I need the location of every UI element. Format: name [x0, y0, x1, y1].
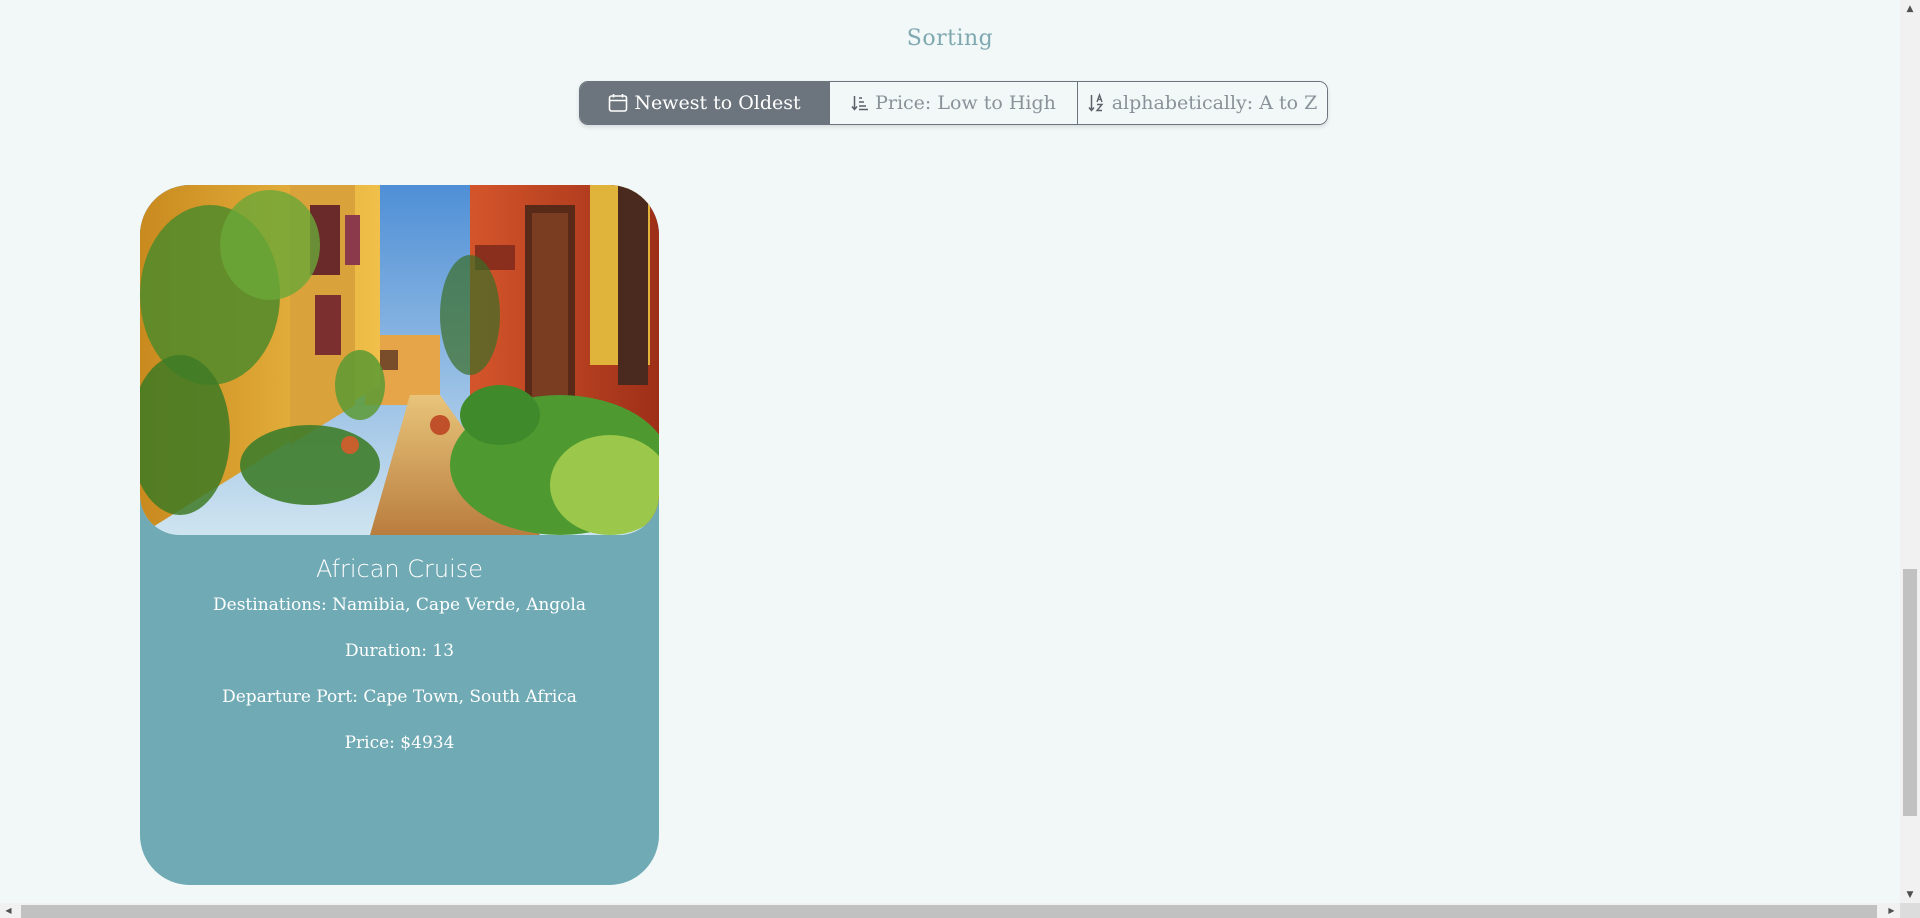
calendar-icon: [608, 93, 628, 113]
sort-newest-button[interactable]: Newest to Oldest: [580, 82, 830, 124]
scroll-left-arrow-icon[interactable]: ◀: [0, 903, 17, 918]
page-viewport: Sorting Newest to Oldest Price: Low to H…: [0, 0, 1900, 903]
sort-newest-label: Newest to Oldest: [634, 92, 801, 114]
sort-alpha-label: alphabetically: A to Z: [1111, 92, 1318, 114]
sort-alpha-down-icon: [1088, 93, 1106, 113]
horizontal-scroll-thumb[interactable]: [21, 905, 1877, 918]
card-duration: Duration: 13: [344, 641, 455, 661]
card-price: Price: $4934: [344, 733, 455, 753]
card-destinations: Destinations: Namibia, Cape Verde, Angol…: [213, 595, 586, 615]
scrollbar-corner: [1900, 903, 1920, 918]
vertical-scroll-thumb[interactable]: [1903, 569, 1917, 816]
sorting-title: Sorting: [906, 26, 994, 51]
scroll-down-arrow-icon[interactable]: ▼: [1900, 886, 1920, 903]
card-title: African Cruise: [315, 555, 484, 583]
sort-amount-down-icon: [851, 94, 869, 112]
scroll-right-arrow-icon[interactable]: ▶: [1883, 903, 1900, 918]
horizontal-scrollbar[interactable]: ◀ ▶: [0, 903, 1900, 918]
sort-price-label: Price: Low to High: [875, 92, 1056, 114]
scroll-up-arrow-icon[interactable]: ▲: [1900, 0, 1920, 17]
vertical-scrollbar[interactable]: ▲ ▼: [1900, 0, 1920, 903]
sort-alpha-button[interactable]: alphabetically: A to Z: [1078, 82, 1327, 124]
card-departure-port: Departure Port: Cape Town, South Africa: [222, 687, 577, 707]
sort-button-group: Newest to Oldest Price: Low to High alph…: [579, 81, 1328, 125]
sort-price-button[interactable]: Price: Low to High: [830, 82, 1078, 124]
colorful-alley-photo: [140, 185, 659, 535]
cruise-card[interactable]: African Cruise Destinations: Namibia, Ca…: [140, 185, 659, 885]
